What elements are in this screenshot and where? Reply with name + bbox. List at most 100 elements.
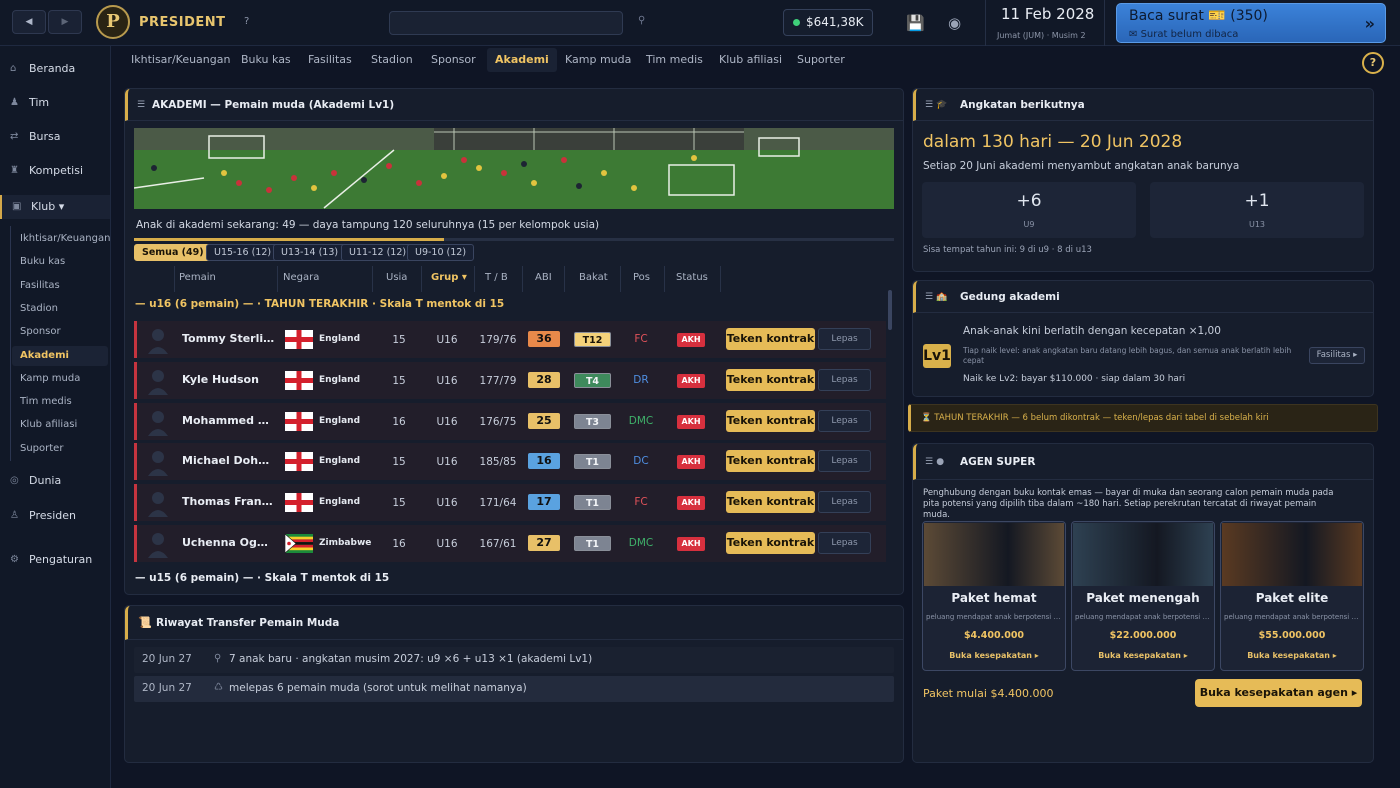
package-price: $4.400.000: [963, 630, 1025, 641]
release-button[interactable]: Lepas: [818, 450, 871, 473]
filter-chip[interactable]: U13-14 (13): [273, 244, 347, 261]
sidebar-subitem-kamp-muda[interactable]: Kamp muda: [20, 369, 108, 389]
col-pemain[interactable]: Pemain: [179, 272, 216, 283]
search-icon[interactable]: ⚲: [638, 15, 645, 26]
col-negara[interactable]: Negara: [283, 272, 319, 283]
read-mail-button[interactable]: Baca surat 🎫 (350) ✉ Surat belum dibaca …: [1116, 3, 1386, 43]
agent-title: AGEN SUPER: [960, 456, 1036, 468]
filter-chip[interactable]: U15-16 (12): [206, 244, 280, 261]
table-scrollbar[interactable]: [888, 290, 892, 330]
facilities-button[interactable]: Fasilitas ▸: [1309, 347, 1365, 364]
col-pos[interactable]: Pos: [633, 272, 650, 283]
sidebar-subitem-suporter[interactable]: Suporter: [20, 439, 108, 459]
back-button[interactable]: ◀: [12, 10, 46, 34]
release-button[interactable]: Lepas: [818, 532, 871, 554]
academy-level-badge: Lv1: [923, 344, 951, 368]
player-name[interactable]: Tommy Sterling: [182, 332, 275, 345]
sidebar-item-dunia[interactable]: ◎ Dunia: [0, 469, 110, 493]
table-row[interactable]: Michael Doherty England 15 U16 185/85 16 T1 DC A…: [134, 443, 886, 481]
agent-package-card[interactable]: Paket elite peluang mendapat anak berpote…: [1220, 521, 1364, 671]
settings-globe-icon[interactable]: ◉: [948, 14, 961, 32]
tab-stadion[interactable]: Stadion: [371, 53, 413, 66]
release-button[interactable]: Lepas: [818, 409, 871, 432]
filter-chip[interactable]: U9-10 (12): [407, 244, 475, 261]
globe-icon: ◎: [10, 475, 19, 486]
sign-contract-button[interactable]: Teken kontrak: [726, 409, 815, 432]
sidebar-subitem-buku-kas[interactable]: Buku kas: [20, 252, 108, 272]
tab-kamp-muda[interactable]: Kamp muda: [565, 53, 631, 66]
player-name[interactable]: Thomas Francis: [182, 495, 275, 508]
sidebar-item-beranda[interactable]: ⌂ Beranda: [0, 57, 110, 81]
agent-package-card[interactable]: Paket menengah peluang mendapat anak berp…: [1071, 521, 1215, 671]
col-status[interactable]: Status: [676, 272, 708, 283]
col-abi[interactable]: ABI: [535, 272, 552, 283]
player-name[interactable]: Michael Doherty: [182, 454, 275, 467]
sign-contract-button[interactable]: Teken kontrak: [726, 368, 815, 391]
help-button[interactable]: ?: [1362, 52, 1384, 74]
ability-badge: 17: [528, 494, 560, 511]
release-button[interactable]: Lepas: [818, 328, 871, 350]
agent-package-card[interactable]: Paket hemat peluang mendapat anak berpote…: [922, 521, 1066, 671]
player-name[interactable]: Kyle Hudson: [182, 373, 275, 386]
sign-contract-button[interactable]: Teken kontrak: [726, 491, 815, 514]
player-position: DMC: [628, 537, 654, 549]
ability-badge: 16: [528, 453, 560, 470]
release-button[interactable]: Lepas: [818, 368, 871, 391]
sidebar-subitem-fasilitas[interactable]: Fasilitas: [20, 276, 108, 296]
search-input[interactable]: [389, 11, 623, 35]
sidebar-subitem-sponsor[interactable]: Sponsor: [20, 322, 108, 342]
envelope-icon: ✉: [1129, 29, 1141, 40]
sidebar-item-tim[interactable]: ♟ Tim: [0, 91, 110, 115]
sign-contract-button[interactable]: Teken kontrak: [726, 450, 815, 473]
tab-suporter[interactable]: Suporter: [797, 53, 845, 66]
open-deal-link[interactable]: Buka kesepakatan ▸: [1072, 651, 1214, 660]
sidebar-subitem-akademi[interactable]: Akademi: [12, 345, 108, 366]
filter-chip[interactable]: Semua (49): [134, 244, 212, 261]
sign-contract-button[interactable]: Teken kontrak: [726, 328, 815, 350]
open-agent-deal-button[interactable]: Buka kesepakatan agen ▸: [1195, 679, 1362, 707]
player-name[interactable]: Uchenna Oguni…: [182, 536, 275, 549]
tab-buku-kas[interactable]: Buku kas: [241, 53, 291, 66]
sidebar-item-presiden[interactable]: ♙ Presiden: [0, 504, 110, 528]
sidebar-subitem-ikhtisar-keuangan[interactable]: Ikhtisar/Keuangan: [20, 229, 110, 249]
table-row[interactable]: Uchenna Oguni… Zimbabwe 16 U16 167/61 27 T1 DMC…: [134, 525, 886, 562]
history-row[interactable]: 20 Jun 27 ⚲ 7 anak baru · angkatan musim 2…: [134, 647, 894, 673]
intake-stat-label: U9: [1023, 220, 1035, 229]
col-grup[interactable]: Grup ▾: [431, 272, 467, 283]
package-name: Paket menengah: [1086, 591, 1200, 605]
tab-klub-afiliasi[interactable]: Klub afiliasi: [719, 53, 782, 66]
col-usia[interactable]: Usia: [386, 272, 407, 283]
table-row[interactable]: Thomas Francis England 15 U16 171/64 17 T1 FC AK…: [134, 484, 886, 522]
sidebar-item-klub[interactable]: ▣ Klub ▾: [0, 195, 110, 219]
status-badge: AKH: [677, 496, 705, 511]
sidebar-subitem-tim-medis[interactable]: Tim medis: [20, 392, 108, 412]
tab-ikhtisar-keuangan[interactable]: Ikhtisar/Keuangan: [131, 53, 230, 66]
sidebar-subitem-klub-afiliasi[interactable]: Klub afiliasi: [20, 415, 108, 435]
forward-button[interactable]: ▶: [48, 10, 82, 34]
sidebar-item-bursa[interactable]: ⇄ Bursa: [0, 125, 110, 149]
open-deal-link[interactable]: Buka kesepakatan ▸: [1221, 651, 1363, 660]
table-row[interactable]: Tommy Sterling England 15 U16 179/76 36 T12 FC A…: [134, 321, 886, 358]
sidebar-item-kompetisi[interactable]: ♜ Kompetisi: [0, 159, 110, 183]
table-row[interactable]: Mohammed Ba… England 16 U16 176/75 25 T3 DMC AKH…: [134, 402, 886, 440]
tab-fasilitas[interactable]: Fasilitas: [308, 53, 352, 66]
player-name[interactable]: Mohammed Ba…: [182, 414, 275, 427]
col-tb[interactable]: T / B: [485, 272, 508, 283]
package-price: $55.000.000: [1258, 630, 1326, 641]
sidebar-item-pengaturan[interactable]: ⚙ Pengaturan: [0, 548, 110, 572]
tab-akademi[interactable]: Akademi: [487, 48, 557, 72]
table-row[interactable]: Kyle Hudson England 15 U16 177/79 28 T4 DR AKH Te…: [134, 361, 886, 399]
col-bakat[interactable]: Bakat: [579, 272, 608, 283]
help-icon[interactable]: ?: [244, 16, 249, 27]
filter-chip[interactable]: U11-12 (12): [341, 244, 415, 261]
release-button[interactable]: Lepas: [818, 491, 871, 514]
sign-contract-button[interactable]: Teken kontrak: [726, 532, 815, 554]
open-deal-link[interactable]: Buka kesepakatan ▸: [923, 651, 1065, 660]
player-age: 16: [392, 415, 406, 428]
tab-tim-medis[interactable]: Tim medis: [646, 53, 703, 66]
history-row[interactable]: 20 Jun 27 ♺ melepas 6 pemain muda (sorot u…: [134, 676, 894, 702]
sidebar-subitem-stadion[interactable]: Stadion: [20, 299, 108, 319]
save-icon[interactable]: 💾: [906, 14, 925, 32]
package-from-price: Paket mulai $4.400.000: [923, 687, 1054, 700]
tab-sponsor[interactable]: Sponsor: [431, 53, 476, 66]
